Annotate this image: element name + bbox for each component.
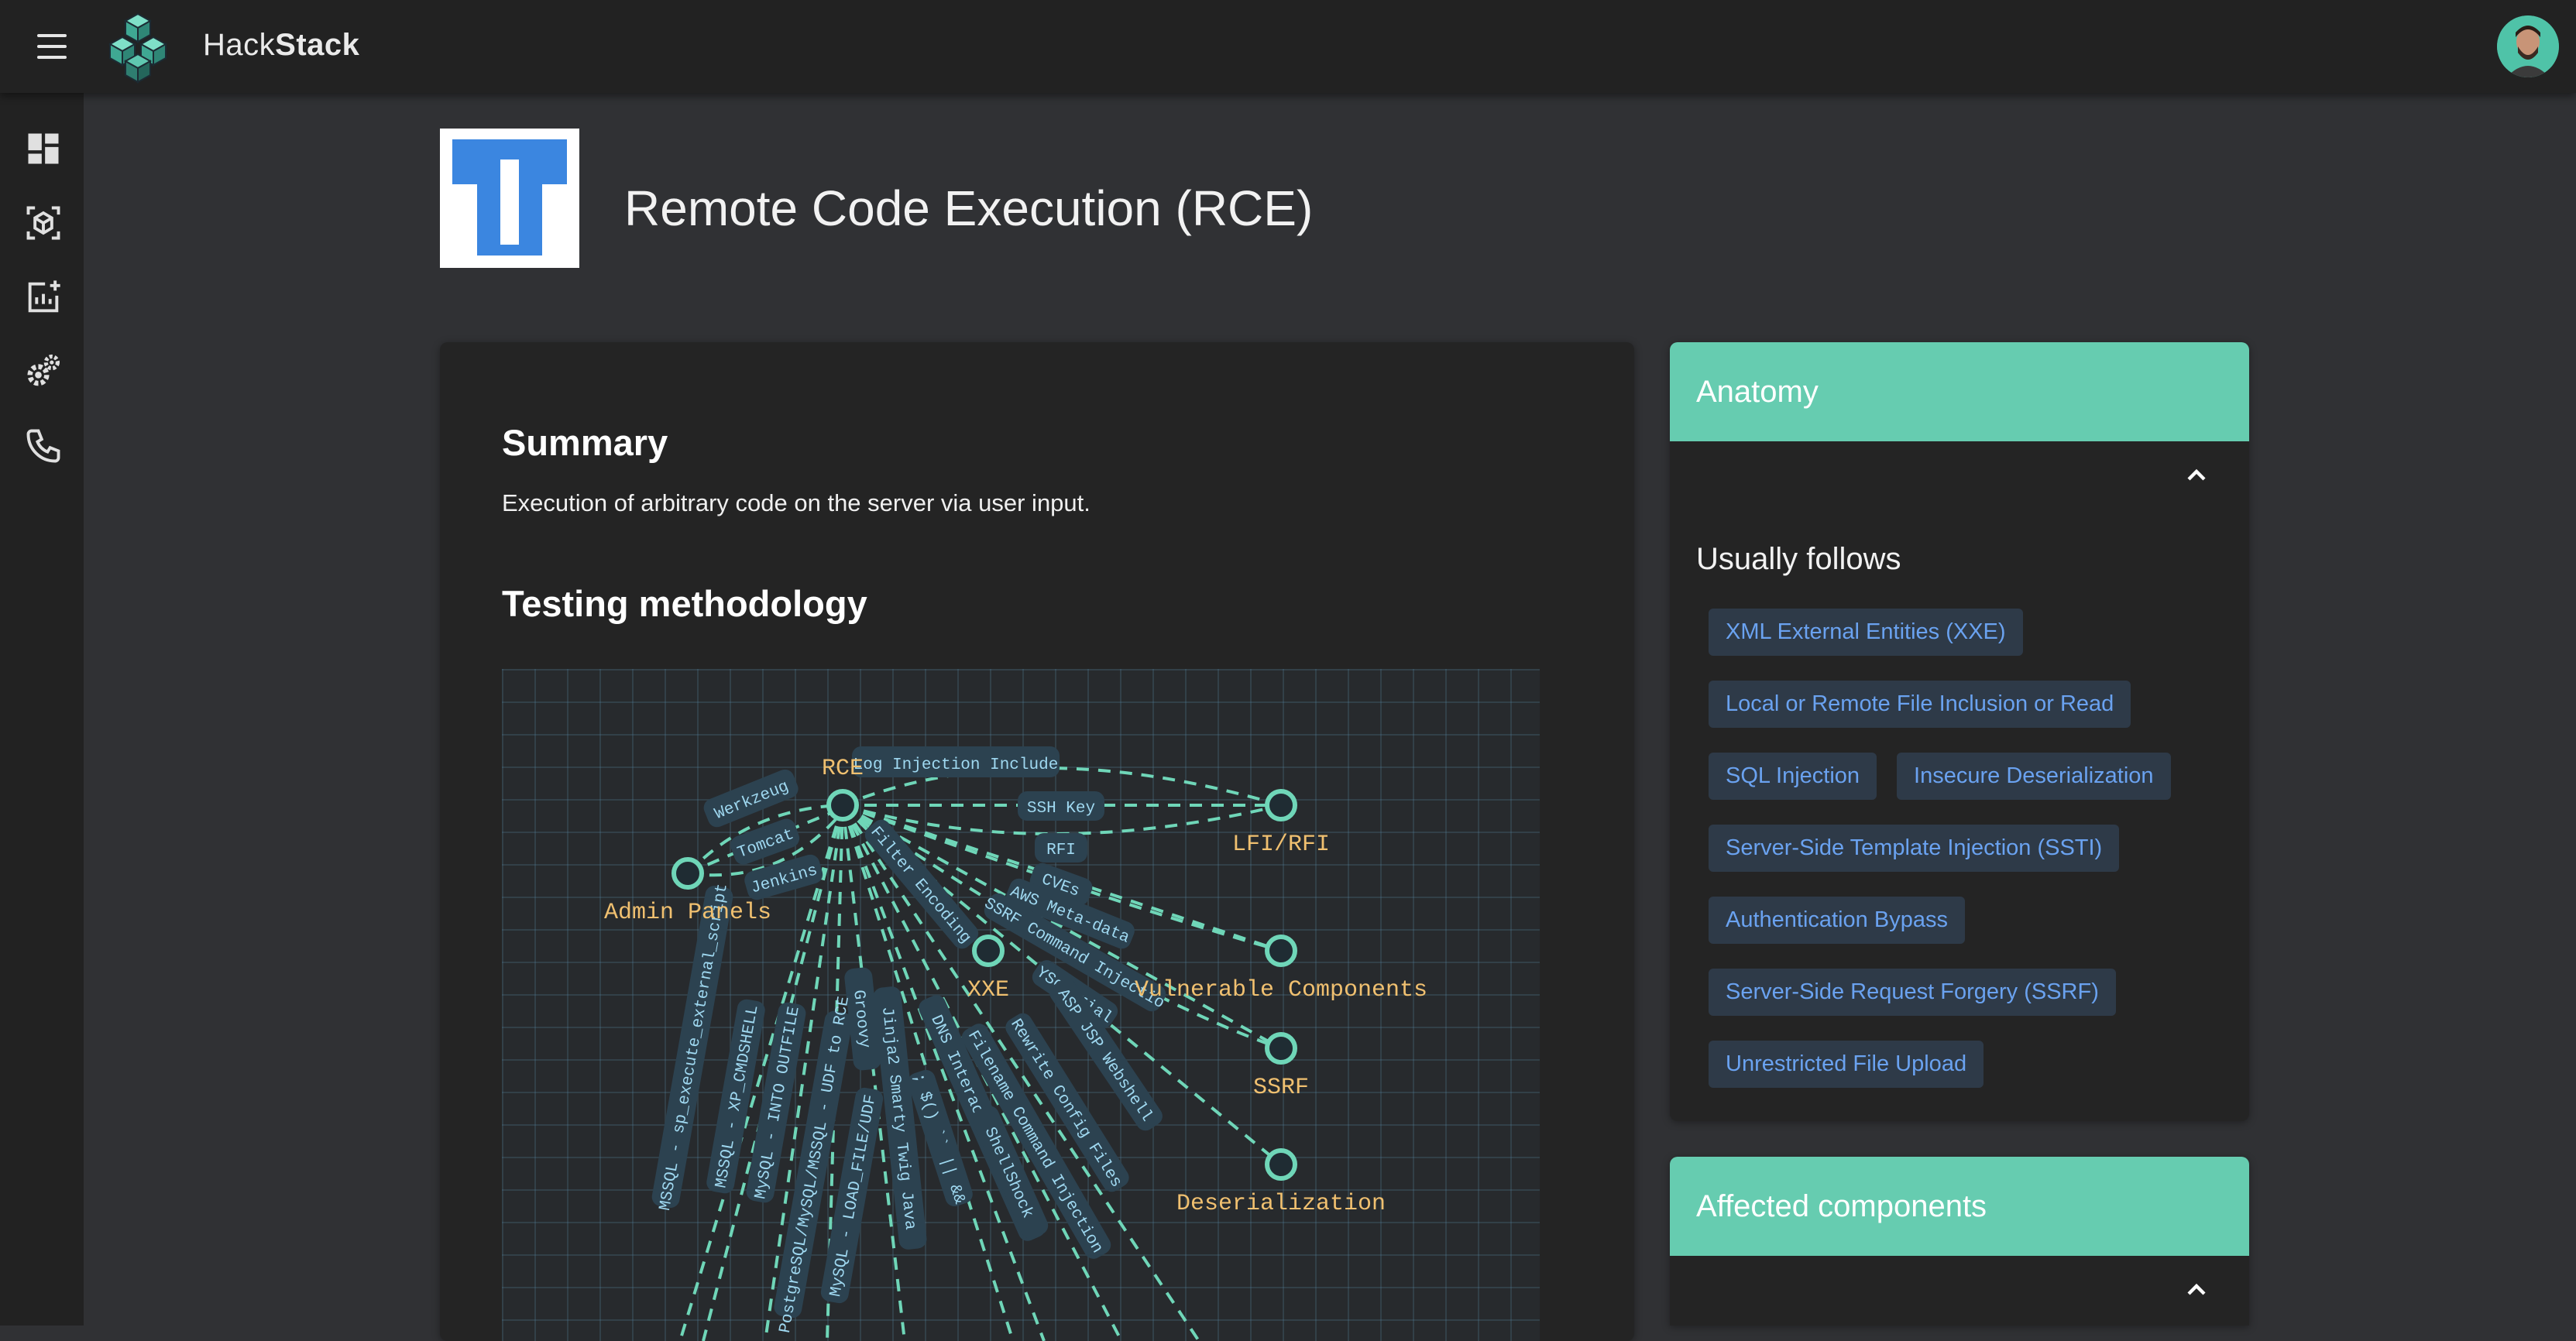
user-avatar[interactable] xyxy=(2497,15,2559,77)
page-title: Remote Code Execution (RCE) xyxy=(624,180,1314,236)
node-label: LFI/RFI xyxy=(1232,832,1330,858)
node-label: Deserialization xyxy=(1176,1191,1386,1217)
node-label: RCE xyxy=(822,756,864,782)
methodology-graph[interactable]: Log Injection Include SSH Key RFI Werkze… xyxy=(502,669,1540,1341)
top-app-bar: HackStack xyxy=(0,0,2576,93)
edge-label: Filter Encoding xyxy=(867,824,974,948)
rce-logo-icon xyxy=(452,139,567,256)
node-vulnerable-components[interactable]: Vulnerable Components xyxy=(1135,935,1427,1003)
edge-label: SSH Key xyxy=(1027,800,1095,818)
affected-components-panel: Affected components xyxy=(1670,1157,2249,1326)
avatar-portrait-icon xyxy=(2497,15,2559,77)
node-label: Vulnerable Components xyxy=(1135,977,1427,1003)
chip-ssti[interactable]: Server-Side Template Injection (SSTI) xyxy=(1709,825,2120,872)
summary-text: Execution of arbitrary code on the serve… xyxy=(502,489,1091,516)
chip-authentication-bypass[interactable]: Authentication Bypass xyxy=(1709,897,1965,944)
summary-heading: Summary xyxy=(502,422,668,463)
menu-icon[interactable] xyxy=(28,28,76,65)
methodology-heading: Testing methodology xyxy=(502,583,867,624)
brand-name-bold: Stack xyxy=(275,28,360,62)
edge-label: Log Injection Include xyxy=(854,756,1059,774)
vulnerability-logo xyxy=(440,129,579,268)
chevron-up-icon[interactable] xyxy=(2181,1274,2212,1305)
node-xxe[interactable]: XXE xyxy=(967,935,1009,1003)
usually-follows-title: Usually follows xyxy=(1696,542,1901,576)
node-label: SSRF xyxy=(1253,1075,1309,1101)
node-label: Admin Panels xyxy=(604,900,771,926)
node-deserialization[interactable]: Deserialization xyxy=(1176,1148,1386,1217)
methodology-graph-svg: Log Injection Include SSH Key RFI Werkze… xyxy=(604,746,1427,1341)
chip-insecure-deserialization[interactable]: Insecure Deserialization xyxy=(1897,753,2171,800)
node-label: XXE xyxy=(967,977,1009,1003)
node-lfi-rfi[interactable]: LFI/RFI xyxy=(1232,789,1330,858)
main-content-card: Summary Execution of arbitrary code on t… xyxy=(440,342,1634,1341)
phone-icon[interactable] xyxy=(23,426,64,466)
chip-ssrf[interactable]: Server-Side Request Forgery (SSRF) xyxy=(1709,969,2116,1016)
chip-sql-injection[interactable]: SQL Injection xyxy=(1709,753,1877,800)
side-navigation xyxy=(0,93,84,1326)
dashboard-icon[interactable] xyxy=(23,129,64,169)
chevron-up-icon[interactable] xyxy=(2181,460,2212,491)
node-admin-panels[interactable]: Admin Panels xyxy=(604,857,771,926)
chip-xxe[interactable]: XML External Entities (XXE) xyxy=(1709,609,2023,656)
node-ssrf[interactable]: SSRF xyxy=(1253,1032,1309,1101)
add-chart-icon[interactable] xyxy=(23,277,64,317)
brand-name-light: Hack xyxy=(203,28,276,62)
follows-chip-list: XML External Entities (XXE) Local or Rem… xyxy=(1709,609,2235,1088)
gears-icon[interactable] xyxy=(23,352,64,392)
edge-label: RFI xyxy=(1046,842,1076,859)
cube-scan-icon[interactable] xyxy=(23,203,64,243)
anatomy-heading: Anatomy xyxy=(1670,342,2249,441)
anatomy-panel: Anatomy Usually follows XML External Ent… xyxy=(1670,342,2249,1121)
affected-components-heading: Affected components xyxy=(1670,1157,2249,1256)
chip-unrestricted-file-upload[interactable]: Unrestricted File Upload xyxy=(1709,1041,1984,1088)
chip-lfi[interactable]: Local or Remote File Inclusion or Read xyxy=(1709,681,2131,728)
node-rce[interactable]: RCE xyxy=(822,756,864,821)
brand-name[interactable]: HackStack xyxy=(203,28,359,63)
hackstack-logo-icon[interactable] xyxy=(99,8,177,85)
